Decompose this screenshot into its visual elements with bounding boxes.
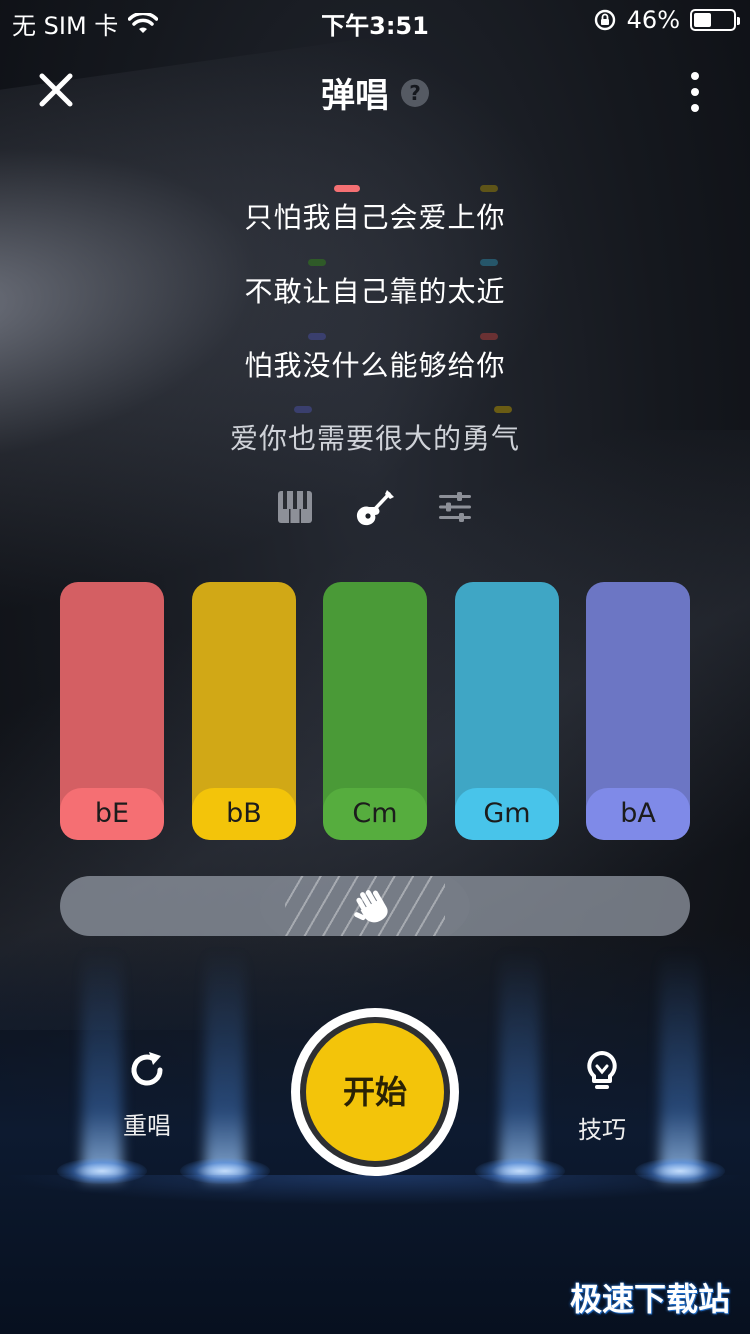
watermark: 极速下载站 bbox=[569, 1280, 730, 1318]
guitar-mode-button[interactable] bbox=[353, 485, 397, 529]
piano-mode-button[interactable] bbox=[273, 485, 317, 529]
chord-marker bbox=[480, 185, 498, 192]
guitar-icon bbox=[356, 490, 394, 526]
rotation-lock-icon bbox=[594, 9, 615, 31]
hand-wave-icon bbox=[354, 890, 388, 923]
battery-icon bbox=[690, 9, 740, 31]
chord-marker bbox=[480, 333, 498, 340]
chord-marker bbox=[334, 185, 360, 192]
help-icon[interactable]: ? bbox=[401, 78, 429, 107]
chord-pad-ba[interactable]: bA bbox=[586, 582, 690, 840]
more-options-button[interactable] bbox=[680, 72, 710, 112]
dot-icon bbox=[691, 88, 699, 96]
settings-mode-button[interactable] bbox=[433, 485, 477, 529]
dot-icon bbox=[691, 104, 699, 112]
chord-label: Cm bbox=[323, 788, 427, 840]
lyric-line: 不敢让自己靠的太近 bbox=[244, 275, 506, 308]
chord-pad-gm[interactable]: Gm bbox=[455, 582, 559, 840]
chord-marker bbox=[308, 259, 326, 266]
chord-marker bbox=[294, 406, 312, 413]
header: 弹唱 ? bbox=[0, 68, 750, 117]
piano-icon bbox=[278, 491, 312, 523]
tips-button[interactable]: 技巧 bbox=[547, 1048, 657, 1145]
chord-label: bA bbox=[586, 788, 690, 840]
restart-label: 重唱 bbox=[123, 1112, 171, 1140]
start-button-ring: 开始 bbox=[300, 1017, 450, 1167]
chord-label: Gm bbox=[455, 788, 559, 840]
lyric-line: 怕我没什么能够给你 bbox=[244, 349, 506, 382]
status-bar: 无 SIM 卡 下午3:51 46% bbox=[0, 0, 750, 40]
stage-floor bbox=[0, 1175, 750, 1205]
chord-marker bbox=[308, 333, 326, 340]
stage-spotlight bbox=[205, 950, 245, 1180]
chord-label: bB bbox=[192, 788, 296, 840]
sliders-icon bbox=[439, 492, 471, 522]
lightbulb-icon bbox=[587, 1051, 617, 1089]
stage-spotlight bbox=[500, 950, 540, 1180]
chord-pad-be[interactable]: bE bbox=[60, 582, 164, 840]
page-title: 弹唱 bbox=[321, 76, 389, 116]
refresh-icon bbox=[131, 1052, 163, 1086]
restart-button[interactable]: 重唱 bbox=[92, 1048, 202, 1141]
chord-pad-cm[interactable]: Cm bbox=[323, 582, 427, 840]
strum-slider[interactable] bbox=[60, 876, 690, 936]
chord-pad-bb[interactable]: bB bbox=[192, 582, 296, 840]
chord-label: bE bbox=[60, 788, 164, 840]
stage-spotlight bbox=[660, 950, 700, 1180]
lyric-line: 只怕我自己会爱上你 bbox=[244, 201, 506, 234]
tips-label: 技巧 bbox=[578, 1116, 626, 1144]
battery-percent: 46% bbox=[626, 6, 680, 34]
chord-marker bbox=[480, 259, 498, 266]
start-label: 开始 bbox=[306, 1023, 444, 1161]
lyric-line: 爱你也需要很大的勇气 bbox=[229, 422, 520, 455]
battery-fill bbox=[694, 13, 712, 27]
start-button[interactable]: 开始 bbox=[291, 1008, 459, 1176]
dot-icon bbox=[691, 72, 699, 80]
chord-marker bbox=[494, 406, 512, 413]
